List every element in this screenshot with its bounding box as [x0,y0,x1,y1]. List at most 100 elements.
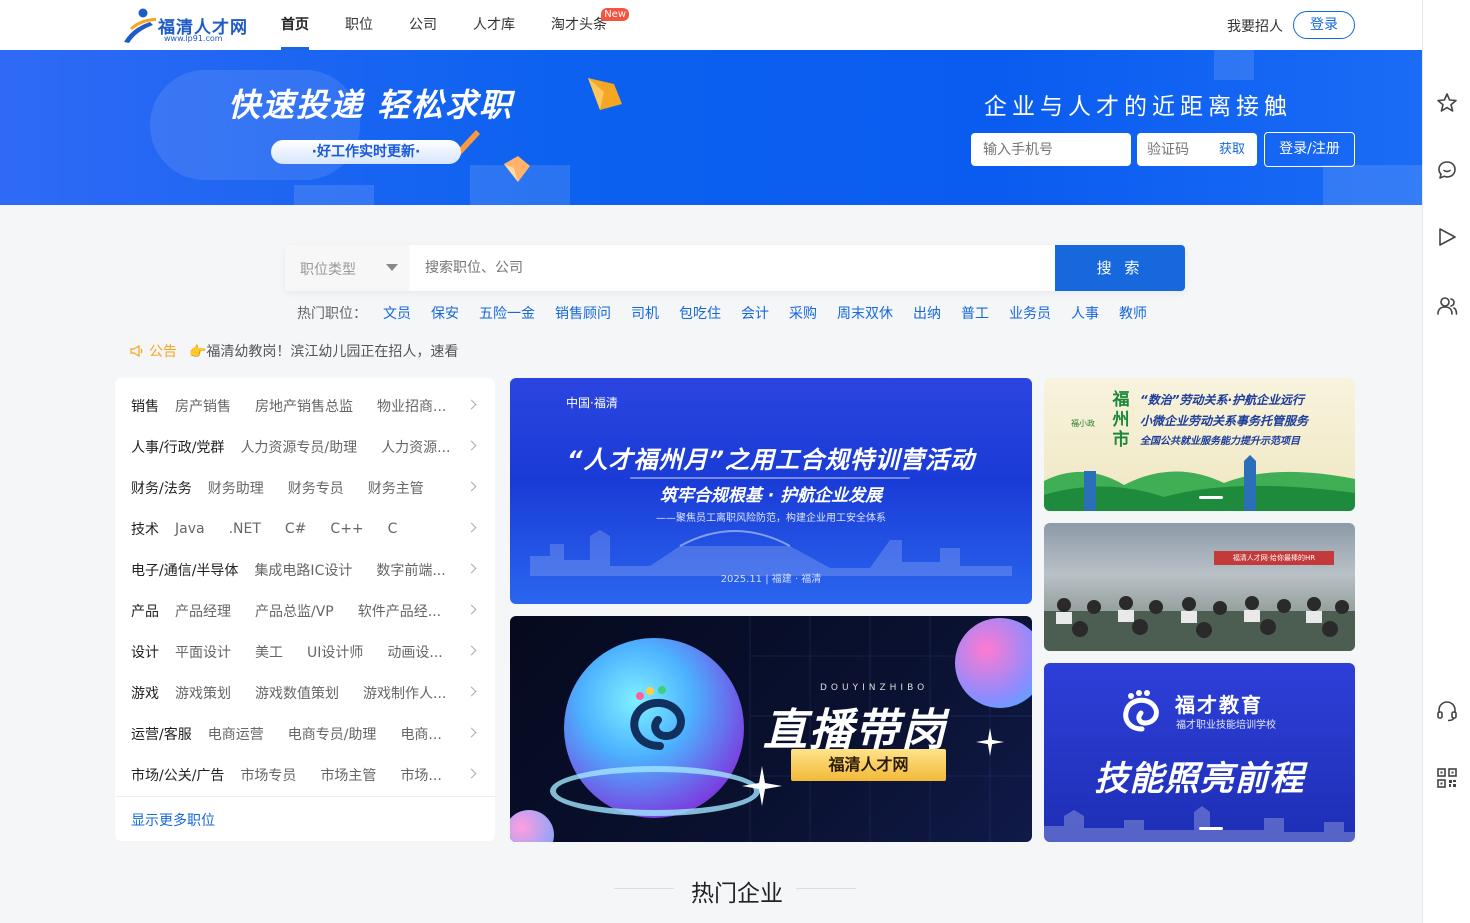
site-logo[interactable]: 福清人才网 www.lp91.com [120,6,250,46]
category-sub[interactable]: 动画设... [387,642,442,662]
job-type-select[interactable]: 职位类型 [285,245,410,291]
category-sub[interactable]: 电商运营 [208,724,264,744]
carousel-indicator[interactable] [1199,496,1223,499]
category-sub[interactable]: 产品经理 [175,601,231,621]
category-sub[interactable]: C [388,521,398,537]
card-brand-sub: 福才职业技能培训学校 [1176,720,1276,731]
category-sub[interactable]: 房地产销售总监 [255,396,353,416]
category-sub[interactable]: 游戏策划 [175,683,231,703]
hot-job-item[interactable]: 包吃住 [679,303,721,323]
category-sub[interactable]: 产品总监/VP [255,601,334,621]
category-sub[interactable]: 市场专员 [240,765,296,785]
category-sub[interactable]: .NET [229,521,261,537]
category-sub[interactable]: 市场主管 [320,765,376,785]
nav-home[interactable]: 首页 [281,0,309,50]
cube-icon [504,156,530,182]
category-sub[interactable]: C# [285,521,307,537]
hot-job-item[interactable]: 教师 [1119,303,1147,323]
nav-companies[interactable]: 公司 [409,0,437,50]
phone-input[interactable] [971,133,1131,166]
users-icon[interactable] [1435,294,1459,318]
category-sub[interactable]: 财务助理 [208,478,264,498]
card-subtitle: 筑牢合规根基 · 护航企业发展 [659,486,883,506]
hot-job-item[interactable]: 人事 [1071,303,1099,323]
card-line-3: 全国公共就业服务能力提升示范项目 [1140,436,1300,447]
hot-job-item[interactable]: 普工 [961,303,989,323]
hot-job-item[interactable]: 五险一金 [479,303,535,323]
category-row-games[interactable]: 游戏 游戏策划 游戏数值策划 游戏制作人... [115,672,495,713]
hills-skyline-icon [1044,455,1355,511]
header-login-button[interactable]: 登录 [1293,11,1355,39]
get-code-button[interactable]: 获取 [1219,133,1245,166]
qrcode-icon[interactable] [1435,766,1459,790]
category-row-sales[interactable]: 销售 房产销售 房地产销售总监 物业招商... [115,385,495,426]
category-sub[interactable]: 数字前端... [376,560,445,580]
star-icon[interactable] [1435,91,1459,115]
category-row-hr[interactable]: 人事/行政/党群 人力资源专员/助理 人力资源... [115,426,495,467]
hot-jobs-label: 热门职位： [297,306,367,322]
category-sub[interactable]: 房产销售 [175,396,231,416]
hot-job-item[interactable]: 采购 [789,303,817,323]
category-row-electronics[interactable]: 电子/通信/半导体 集成电路IC设计 数字前端... [115,549,495,590]
carousel-indicator[interactable] [1199,827,1223,830]
search-input[interactable] [413,245,1053,291]
hot-job-item[interactable]: 出纳 [913,303,941,323]
card-brand: 福才教育 [1175,693,1263,717]
hot-job-item[interactable]: 周末双休 [837,303,893,323]
category-sub[interactable]: 电商专员/助理 [288,724,377,744]
category-sub[interactable]: 软件产品经... [358,601,441,621]
category-sub[interactable]: 物业招商... [377,396,446,416]
nav-jobs[interactable]: 职位 [345,0,373,50]
category-row-finance[interactable]: 财务/法务 财务助理 财务专员 财务主管 [115,467,495,508]
verification-code-input[interactable] [1137,133,1212,166]
category-sub[interactable]: 游戏数值策划 [255,683,339,703]
nav-talent-pool[interactable]: 人才库 [473,0,515,50]
promo-card-compliance[interactable]: 中国·福清 “人才福州月”之用工合规特训营活动 筑牢合规根基 · 护航企业发展 … [510,378,1032,604]
card-date: 2025.11 | 福建 · 福清 [720,574,822,585]
category-sub[interactable]: 美工 [255,642,283,662]
category-sub[interactable]: C++ [330,521,363,537]
hot-job-item[interactable]: 业务员 [1009,303,1051,323]
category-row-tech[interactable]: 技术 Java .NET C# C++ C [115,508,495,549]
promo-card-livestream[interactable]: DOUYINZHIBO 直播带岗 福清人才网 [510,616,1032,842]
recruit-link[interactable]: 我要招人 [1227,16,1283,36]
show-more-jobs-link[interactable]: 显示更多职位 [131,810,215,830]
new-badge: New [601,8,629,21]
promo-card-education[interactable]: 福才教育 福才职业技能培训学校 技能照亮前程 [1044,663,1355,842]
headset-icon[interactable] [1435,699,1459,723]
nav-headlines[interactable]: 淘才头条 New [551,0,629,50]
card-tag: 福清人才网 [791,749,946,781]
notice-text[interactable]: 👉福清幼教岗！滨江幼儿园正在招人，速看 [189,341,458,361]
category-row-design[interactable]: 设计 平面设计 美工 UI设计师 动画设... [115,631,495,672]
category-sub[interactable]: 人力资源... [381,437,450,457]
category-row-operations[interactable]: 运营/客服 电商运营 电商专员/助理 电商... [115,713,495,754]
category-sub[interactable]: 电商... [400,724,441,744]
category-row-product[interactable]: 产品 产品经理 产品总监/VP 软件产品经... [115,590,495,631]
hot-job-item[interactable]: 文员 [383,303,411,323]
hot-job-item[interactable]: 司机 [631,303,659,323]
category-sub[interactable]: 人力资源专员/助理 [240,437,357,457]
category-sub[interactable]: 集成电路IC设计 [254,560,352,580]
category-sub[interactable]: UI设计师 [307,642,363,662]
promo-card-labor-relations[interactable]: 福小政 福州市 “数治”劳动关系·护航企业远行 小微企业劳动关系事务托管服务 全… [1044,378,1355,511]
audience-photo-icon [1044,596,1355,651]
login-register-button[interactable]: 登录/注册 [1264,132,1355,167]
send-icon[interactable] [1435,225,1459,249]
category-name: 运营/客服 [131,726,192,743]
search-button[interactable]: 搜 索 [1055,245,1185,291]
banner-deco [294,185,374,205]
category-sub[interactable]: 游戏制作人... [363,683,446,703]
category-sub[interactable]: 财务主管 [368,478,424,498]
category-sub[interactable]: Java [175,521,205,537]
hot-job-item[interactable]: 会计 [741,303,769,323]
category-sub[interactable]: 财务专员 [288,478,344,498]
category-sub[interactable]: 市场... [400,765,441,785]
category-sub[interactable]: 平面设计 [175,642,231,662]
skyline-icon [1044,806,1355,842]
promo-card-event-photo[interactable]: 福清人才网·给你最棒的HR [1044,523,1355,651]
job-category-panel: 销售 房产销售 房地产销售总监 物业招商... 人事/行政/党群 人力资源专员/… [115,378,495,841]
chat-icon[interactable] [1435,158,1459,182]
category-row-marketing[interactable]: 市场/公关/广告 市场专员 市场主管 市场... [115,754,495,795]
hot-job-item[interactable]: 保安 [431,303,459,323]
hot-job-item[interactable]: 销售顾问 [555,303,611,323]
